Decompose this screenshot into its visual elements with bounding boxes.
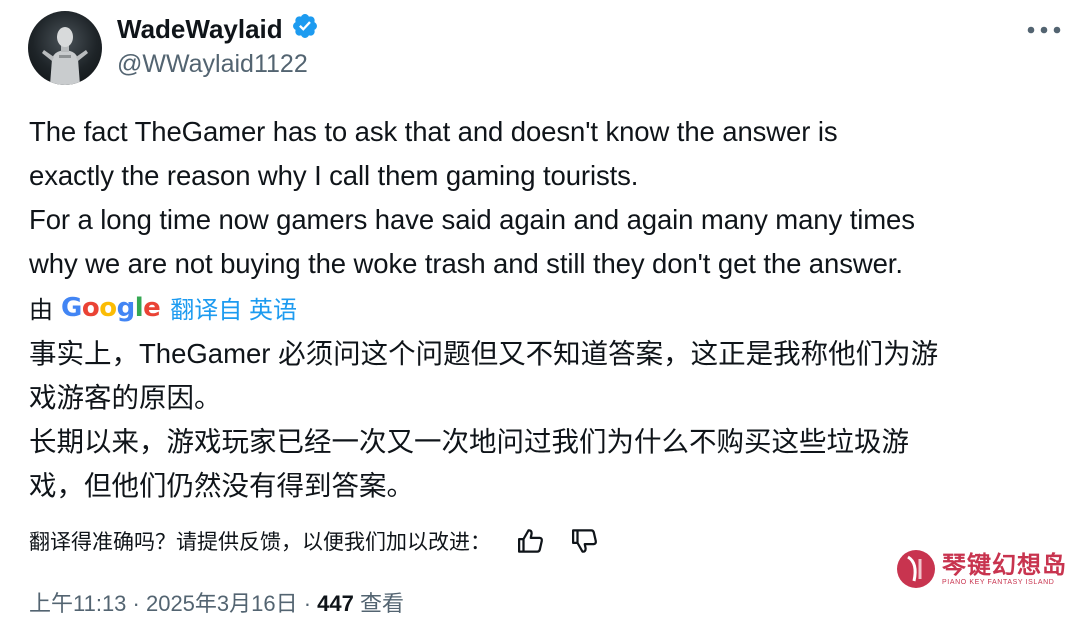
watermark-title: 琴键幻想岛: [942, 551, 1067, 579]
more-options-button[interactable]: [1024, 14, 1064, 46]
google-logo: Google: [61, 292, 161, 323]
google-logo-letter: o: [81, 292, 100, 323]
tweet-line: why we are not buying the woke trash and…: [29, 248, 903, 279]
translation-feedback: 翻译得准确吗？请提供反馈，以便我们加以改进：: [29, 523, 605, 559]
google-logo-letter: g: [116, 292, 136, 323]
thumbs-down-button[interactable]: [565, 523, 605, 559]
views-label: 查看: [353, 591, 405, 616]
google-logo-letter: G: [61, 292, 82, 323]
feedback-prompt: 翻译得准确吗？请提供反馈，以便我们加以改进：: [29, 531, 491, 554]
watermark-subtitle: PIANO KEY FANTASY ISLAND: [942, 578, 1055, 586]
google-logo-letter: e: [143, 292, 161, 323]
google-logo-letter: o: [99, 292, 117, 323]
translation-line: 戏游客的原因。: [29, 382, 222, 413]
thumbs-up-button[interactable]: [511, 523, 551, 559]
translation-line: 事实上，TheGamer 必须问这个问题但又不知道答案，这正是我称他们为游: [29, 338, 939, 369]
translation-line: 戏，但他们仍然没有得到答案。: [29, 470, 414, 501]
watermark-logo-icon: [897, 550, 935, 588]
tweet-line: exactly the reason why I call them gamin…: [29, 160, 639, 191]
verified-badge-icon: [291, 12, 319, 47]
more-dots-icon: [1027, 26, 1061, 34]
tweet-line: The fact TheGamer has to ask that and do…: [29, 116, 838, 147]
translation-attribution: 由 Google 翻译自 英语: [29, 290, 297, 325]
avatar[interactable]: [28, 11, 102, 85]
watermark: 琴键幻想岛 PIANO KEY FANTASY ISLAND: [896, 549, 1067, 589]
thumbs-down-icon: [572, 529, 597, 553]
author-handle[interactable]: @WWaylaid1122: [117, 50, 308, 79]
time-date[interactable]: 上午11:13 · 2025年3月16日 ·: [29, 591, 317, 616]
tweet-text: The fact TheGamer has to ask that and do…: [29, 110, 1074, 286]
translated-from-link[interactable]: 翻译自 英语: [170, 290, 297, 325]
translated-by-prefix: 由: [29, 297, 53, 324]
tweet-line: For a long time now gamers have said aga…: [29, 204, 915, 235]
translated-text: 事实上，TheGamer 必须问这个问题但又不知道答案，这正是我称他们为游 戏游…: [29, 332, 1074, 508]
author-display-name[interactable]: WadeWaylaid: [117, 14, 283, 45]
views-count: 447: [317, 591, 354, 616]
translation-line: 长期以来，游戏玩家已经一次又一次地问过我们为什么不购买这些垃圾游: [29, 426, 909, 457]
google-logo-letter: l: [134, 292, 144, 323]
tweet-timestamp[interactable]: 上午11:13 · 2025年3月16日 · 447 查看: [29, 586, 404, 618]
author-name-row[interactable]: WadeWaylaid: [117, 12, 319, 47]
thumbs-up-icon: [518, 529, 543, 553]
